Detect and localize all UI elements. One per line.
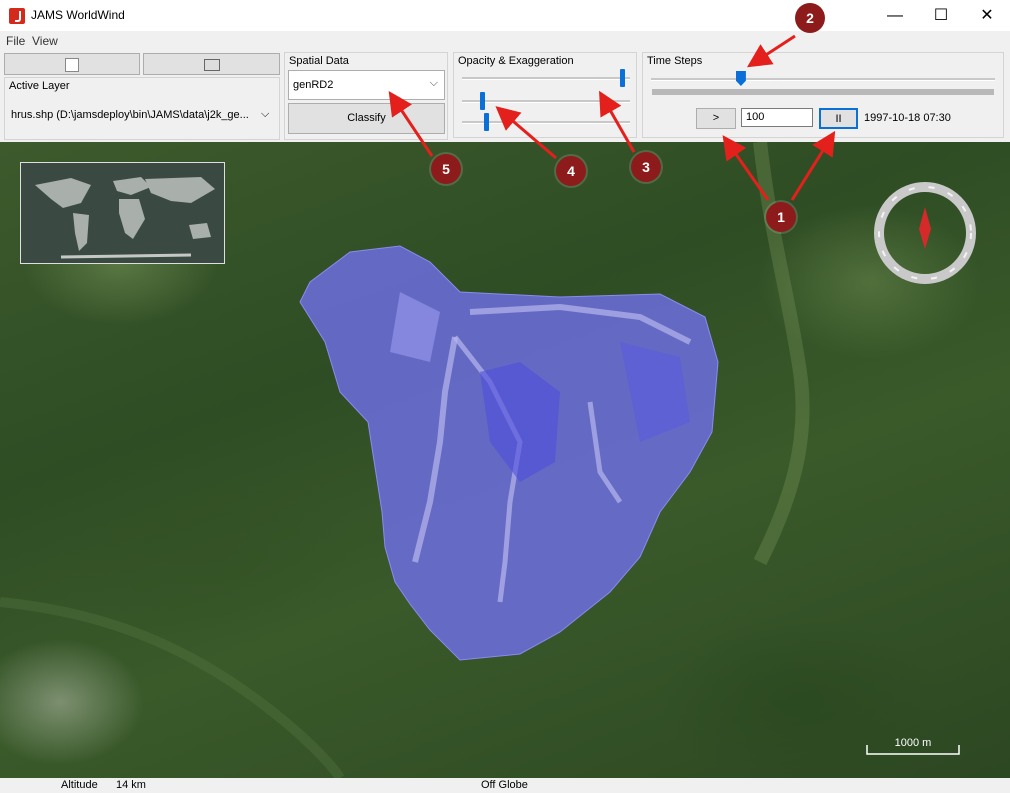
callout-3: 3 <box>631 152 661 182</box>
checkbox-icon <box>65 58 79 72</box>
active-layer-select[interactable]: hrus.shp (D:\jamsdeploy\bin\JAMS\data\j2… <box>11 109 249 121</box>
layer-settings-button[interactable] <box>143 53 280 75</box>
app-icon <box>9 8 25 24</box>
opacity-title: Opacity & Exaggeration <box>458 55 574 67</box>
time-slider-thumb[interactable] <box>735 71 746 86</box>
time-slider-track <box>652 89 994 95</box>
keyboard-icon <box>203 59 220 71</box>
toolbar: Active Layer hrus.shp (D:\jamsdeploy\bin… <box>0 50 1010 142</box>
third-slider-thumb[interactable] <box>483 113 489 131</box>
active-layer-title: Active Layer <box>9 80 70 92</box>
callout-2: 2 <box>795 3 825 33</box>
time-steps-title: Time Steps <box>647 55 703 67</box>
opacity-slider-thumb[interactable] <box>619 69 625 87</box>
compass-icon <box>874 182 976 284</box>
opacity-track <box>462 77 630 80</box>
status-bar: Altitude 14 km Off Globe <box>0 778 1010 793</box>
overview-minimap[interactable] <box>20 162 225 264</box>
menu-bar: File View <box>0 31 1010 50</box>
time-track-ticks <box>651 78 995 81</box>
altitude-label: Altitude <box>61 779 98 791</box>
spatial-data-title: Spatial Data <box>289 55 349 67</box>
spatial-data-panel: Spatial Data genRD2 ⌵ Classify <box>284 52 448 140</box>
globe-view[interactable]: 1000 m <box>0 142 1010 778</box>
spatial-data-value: genRD2 <box>293 79 334 91</box>
callout-5: 5 <box>431 154 461 184</box>
window-title: JAMS WorldWind <box>31 8 125 22</box>
compass-control[interactable] <box>871 179 979 287</box>
callout-1: 1 <box>766 202 796 232</box>
step-input[interactable]: 100 <box>741 108 813 127</box>
world-map-icon <box>21 163 224 263</box>
pause-button[interactable]: II <box>819 108 858 129</box>
classify-button[interactable]: Classify <box>288 103 445 134</box>
callout-4: 4 <box>556 156 586 186</box>
scale-label: 1000 m <box>894 737 932 749</box>
current-time: 1997-10-18 07:30 <box>864 112 951 124</box>
close-button[interactable]: ✕ <box>964 0 1010 31</box>
maximize-button[interactable]: ☐ <box>918 0 964 31</box>
exaggeration-track <box>462 100 630 103</box>
exaggeration-slider-thumb[interactable] <box>480 92 486 110</box>
minimize-button[interactable]: — <box>872 0 918 31</box>
play-button[interactable]: > <box>696 108 736 129</box>
spatial-data-select[interactable]: genRD2 ⌵ <box>288 70 445 100</box>
altitude-value: 14 km <box>116 779 146 791</box>
globe-state: Off Globe <box>481 779 528 791</box>
chevron-down-icon: ⌵ <box>429 77 438 89</box>
layer-toggle-button[interactable] <box>4 53 140 75</box>
opacity-panel: Opacity & Exaggeration <box>453 52 637 138</box>
active-layer-panel: Active Layer hrus.shp (D:\jamsdeploy\bin… <box>4 77 280 140</box>
time-steps-panel: Time Steps > 100 II 1997-10-18 07:30 <box>642 52 1004 138</box>
title-bar: JAMS WorldWind — ☐ ✕ <box>0 0 1010 31</box>
scale-bar: 1000 m <box>866 737 960 755</box>
menu-file[interactable]: File <box>6 34 25 48</box>
menu-view[interactable]: View <box>32 34 58 48</box>
chevron-down-icon[interactable]: ⌵ <box>261 108 269 121</box>
